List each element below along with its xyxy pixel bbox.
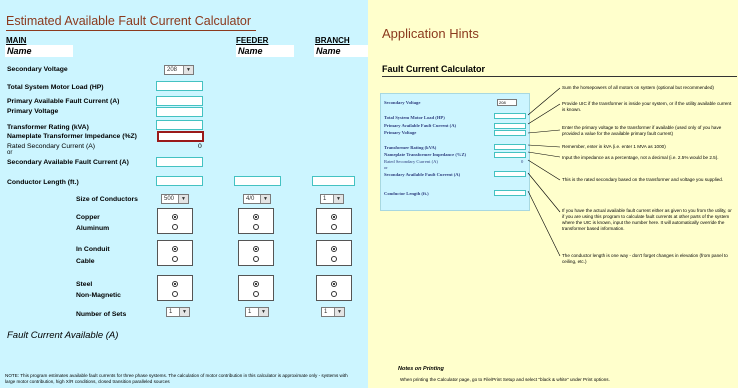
hint-motor-load: Sum the horsepowers of all motors on sys… (562, 85, 714, 90)
hint-impedance: Input the impedance as a percentage, not… (562, 155, 719, 160)
hint-rated-secondary: This is the rated secondary based on the… (562, 177, 724, 182)
notes-on-printing-title: Notes on Printing (398, 366, 444, 372)
hint-primary-voltage: Enter the primary voltage to the transfo… (562, 125, 722, 136)
hint-primary-fault: Provide UIC if the transformer is inside… (562, 101, 732, 112)
notes-on-printing-text: When printing the Calculator page, go to… (400, 377, 610, 382)
hint-secondary-fault: If you have the actual available fault c… (562, 208, 732, 231)
hint-conductor-length: The conductor length is one way - don't … (562, 253, 728, 264)
hint-transformer-rating: Remember, enter in kVA (i.e. enter 1 MVA… (562, 144, 666, 149)
hint-pointer-lines (527, 87, 561, 257)
